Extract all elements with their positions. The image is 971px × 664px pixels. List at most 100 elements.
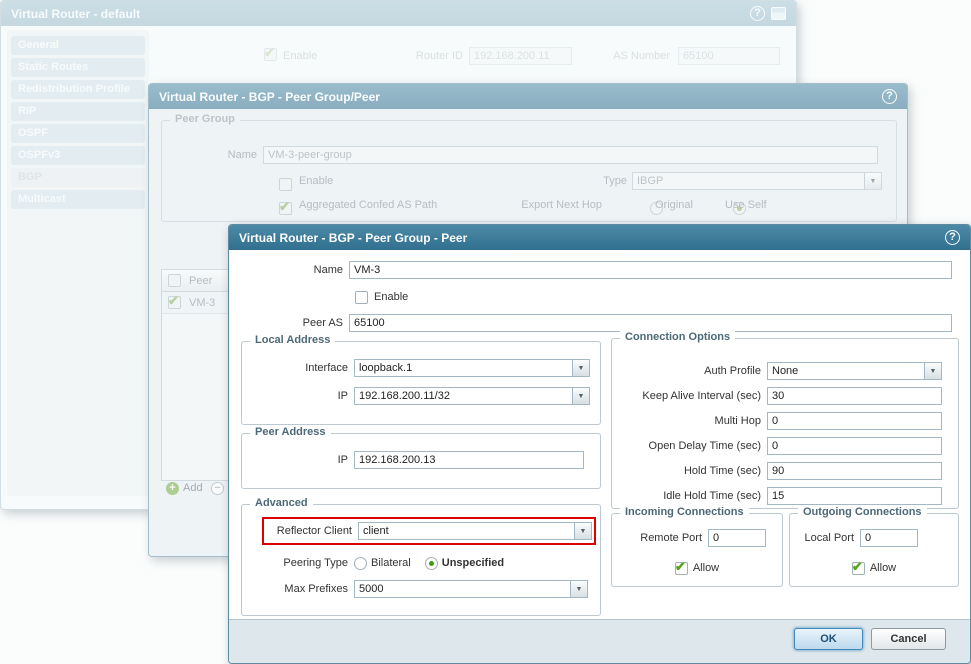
peer-enable-label: Enable <box>374 291 408 303</box>
reflector-client-label: Reflector Client <box>266 525 358 537</box>
as-number-input <box>678 47 780 65</box>
local-ip-label: IP <box>248 390 354 402</box>
pg-original-label: Original <box>655 199 693 211</box>
peer-group-fieldset: Peer Group Name Enable Type IBGP ▼ A <box>161 120 897 222</box>
bgp-enable-checkbox <box>264 48 277 61</box>
peer-group-legend: Peer Group <box>170 113 240 125</box>
open-delay-label: Open Delay Time (sec) <box>618 440 767 452</box>
peer-address-legend: Peer Address <box>250 426 331 438</box>
peer-group-title: Virtual Router - BGP - Peer Group/Peer <box>159 90 380 104</box>
as-number-label: AS Number <box>604 50 670 62</box>
local-ip-dropdown[interactable]: 192.168.200.11/32 ▼ <box>354 387 590 405</box>
outgoing-connections-fieldset: Outgoing Connections Local Port Allow <box>789 513 959 587</box>
connection-options-legend: Connection Options <box>620 331 735 343</box>
advanced-fieldset: Advanced Reflector Client client ▼ Peeri… <box>241 504 601 616</box>
multi-hop-label: Multi Hop <box>618 415 767 427</box>
chevron-down-icon[interactable]: ▼ <box>924 363 941 379</box>
advanced-legend: Advanced <box>250 497 313 509</box>
peer-name-label: Name <box>235 264 349 276</box>
auth-profile-label: Auth Profile <box>618 365 767 377</box>
add-label: Add <box>183 482 203 494</box>
peer-column-header: Peer <box>189 275 212 287</box>
incoming-allow-checkbox[interactable] <box>675 562 688 575</box>
peer-address-fieldset: Peer Address IP <box>241 433 601 489</box>
incoming-allow-label: Allow <box>693 562 719 574</box>
keep-alive-label: Keep Alive Interval (sec) <box>618 390 767 402</box>
chevron-down-icon[interactable]: ▼ <box>570 581 587 597</box>
remote-port-input[interactable] <box>708 529 766 547</box>
peer-ip-input[interactable] <box>354 451 584 469</box>
interface-label: Interface <box>248 362 354 374</box>
sidebar-item-ospfv3: OSPFv3 <box>11 146 145 165</box>
sidebar-item-bgp: BGP <box>11 168 145 187</box>
auth-profile-dropdown[interactable]: None ▼ <box>767 362 942 380</box>
unspecified-radio[interactable] <box>425 557 438 570</box>
chevron-down-icon[interactable]: ▼ <box>572 388 589 404</box>
outgoing-allow-label: Allow <box>870 562 896 574</box>
help-icon: ? <box>882 89 897 104</box>
keep-alive-input[interactable] <box>767 387 942 405</box>
chevron-down-icon[interactable]: ▼ <box>572 360 589 376</box>
peering-type-label: Peering Type <box>248 557 354 569</box>
reflector-client-dropdown[interactable]: client ▼ <box>358 522 592 540</box>
help-icon: ? <box>750 6 765 21</box>
help-icon[interactable]: ? <box>945 230 960 245</box>
outgoing-connections-legend: Outgoing Connections <box>798 506 927 518</box>
max-prefixes-label: Max Prefixes <box>248 583 354 595</box>
router-id-input <box>469 47 572 65</box>
max-prefixes-dropdown[interactable]: 5000 ▼ <box>354 580 588 598</box>
peer-as-label: Peer AS <box>235 317 349 329</box>
pg-type-label: Type <box>532 175 627 187</box>
pg-name-label: Name <box>162 149 263 161</box>
sidebar-item-redistribution-profile: Redistribution Profile <box>11 80 145 99</box>
idle-hold-time-label: Idle Hold Time (sec) <box>618 490 767 502</box>
pg-name-input <box>263 146 878 164</box>
chevron-down-icon[interactable]: ▼ <box>574 523 591 539</box>
peer-as-input[interactable] <box>349 314 952 332</box>
peer-group-titlebar: Virtual Router - BGP - Peer Group/Peer ? <box>149 84 907 109</box>
ok-button[interactable]: OK <box>794 628 863 650</box>
bilateral-radio[interactable] <box>354 557 367 570</box>
chevron-down-icon: ▼ <box>864 173 881 189</box>
add-button: + Add <box>166 480 203 496</box>
local-address-legend: Local Address <box>250 334 335 346</box>
peer-enable-checkbox[interactable] <box>355 291 368 304</box>
remote-port-label: Remote Port <box>616 532 708 544</box>
incoming-connections-fieldset: Incoming Connections Remote Port Allow <box>611 513 783 587</box>
sidebar-item-multicast: Multicast <box>11 190 145 209</box>
interface-dropdown[interactable]: loopback.1 ▼ <box>354 359 590 377</box>
reflector-client-highlight: Reflector Client client ▼ <box>262 517 596 545</box>
local-address-fieldset: Local Address Interface loopback.1 ▼ IP … <box>241 341 601 425</box>
idle-hold-time-input[interactable] <box>767 487 942 505</box>
cancel-button[interactable]: Cancel <box>871 628 946 650</box>
screen: Virtual Router - default ? General Stati… <box>0 0 971 664</box>
pg-aggregated-label: Aggregated Confed AS Path <box>299 199 437 211</box>
sidebar-item-general: General <box>11 36 145 55</box>
bgp-enable-label: Enable <box>283 50 317 62</box>
hold-time-label: Hold Time (sec) <box>618 465 767 477</box>
open-delay-input[interactable] <box>767 437 942 455</box>
peer-dialog: Virtual Router - BGP - Peer Group - Peer… <box>228 224 971 664</box>
outgoing-allow-checkbox[interactable] <box>852 562 865 575</box>
peer-name-input[interactable] <box>349 261 952 279</box>
pg-enable-checkbox <box>279 178 292 191</box>
peer-row-label: VM-3 <box>189 297 215 309</box>
router-id-label: Router ID <box>394 50 463 62</box>
sidebar-item-rip: RIP <box>11 102 145 121</box>
add-icon: + <box>166 482 179 495</box>
unspecified-label: Unspecified <box>442 557 504 569</box>
sidebar-item-static-routes: Static Routes <box>11 58 145 77</box>
pg-export-label: Export Next Hop <box>442 199 602 211</box>
virtual-router-titlebar: Virtual Router - default ? <box>1 1 796 26</box>
delete-icon: − <box>211 482 224 495</box>
pg-type-dropdown: IBGP ▼ <box>632 172 882 190</box>
local-port-label: Local Port <box>794 532 860 544</box>
multi-hop-input[interactable] <box>767 412 942 430</box>
dialog-footer: OK Cancel <box>229 619 970 663</box>
row-checkbox <box>168 296 181 309</box>
local-port-input[interactable] <box>860 529 918 547</box>
hold-time-input[interactable] <box>767 462 942 480</box>
select-all-checkbox <box>168 274 181 287</box>
incoming-connections-legend: Incoming Connections <box>620 506 749 518</box>
peer-dialog-titlebar[interactable]: Virtual Router - BGP - Peer Group - Peer… <box>229 225 970 250</box>
